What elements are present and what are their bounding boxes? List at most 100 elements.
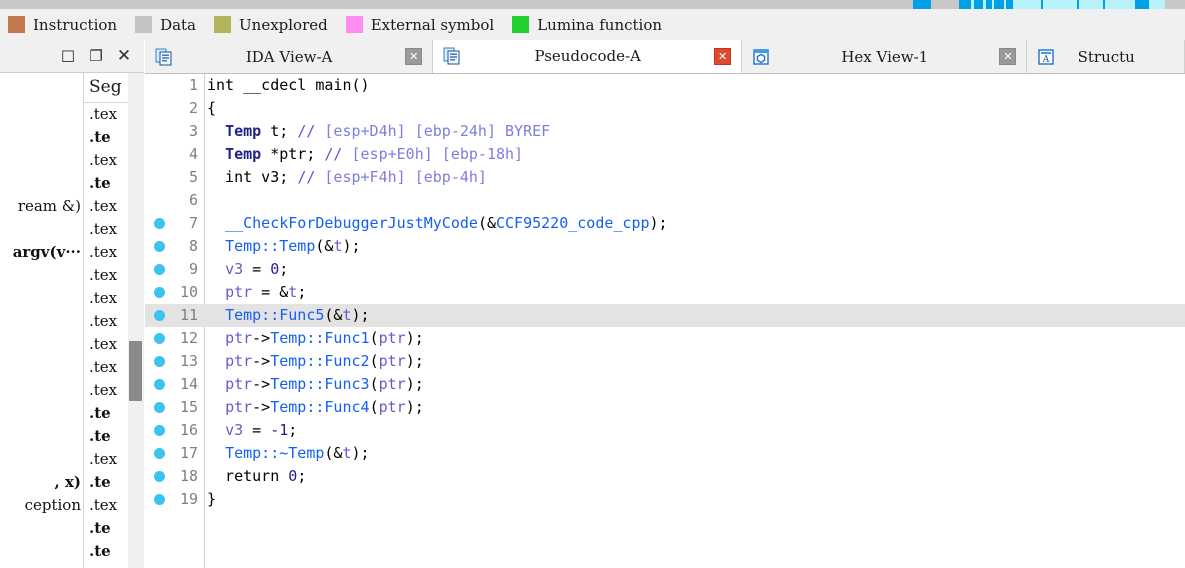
code-text[interactable]: {	[207, 97, 216, 120]
code-token[interactable]: Temp::Func2	[270, 352, 369, 370]
code-token[interactable]	[207, 421, 225, 439]
code-token[interactable]	[207, 444, 225, 462]
function-segment-cell[interactable]: .tex	[84, 103, 128, 126]
navigator-segment[interactable]	[1006, 0, 1013, 9]
code-text[interactable]: ptr->Temp::Func4(ptr);	[207, 396, 424, 419]
code-line[interactable]: 1 int __cdecl main()	[145, 74, 1185, 97]
code-token[interactable]: (&	[324, 444, 342, 462]
function-segment-cell[interactable]: .tex	[84, 494, 128, 517]
maximize-button[interactable]: ☐	[54, 43, 82, 69]
code-token[interactable]: //	[297, 168, 324, 186]
close-icon[interactable]: ✕	[405, 48, 423, 65]
code-line[interactable]: 19}	[145, 488, 1185, 511]
code-token[interactable]: ptr	[379, 398, 406, 416]
code-token[interactable]: ptr	[225, 398, 252, 416]
navigator-segment[interactable]	[974, 0, 983, 9]
code-token[interactable]: );	[650, 214, 668, 232]
code-text[interactable]: int __cdecl main()	[207, 74, 370, 97]
code-token[interactable]: t	[342, 306, 351, 324]
function-name-cell[interactable]: argv(v···	[0, 241, 83, 264]
function-name-cell[interactable]	[0, 333, 83, 356]
function-segment-cell[interactable]: .tex	[84, 563, 128, 568]
navigator-segment[interactable]	[1149, 0, 1165, 9]
code-token[interactable]	[207, 329, 225, 347]
code-token[interactable]: v3	[225, 260, 243, 278]
code-line[interactable]: 9 v3 = 0;	[145, 258, 1185, 281]
code-token[interactable]: 0	[288, 467, 297, 485]
navigator-segment[interactable]	[1165, 0, 1185, 9]
function-segment-cell[interactable]: .tex	[84, 448, 128, 471]
code-token[interactable]: =	[243, 260, 270, 278]
code-token[interactable]: Temp	[225, 122, 261, 140]
code-token[interactable]: );	[406, 352, 424, 370]
code-token[interactable]: );	[342, 237, 360, 255]
code-token[interactable]	[207, 145, 225, 163]
function-segment-cell[interactable]: .te	[84, 402, 128, 425]
code-token[interactable]: Temp::Func4	[270, 398, 369, 416]
code-line[interactable]: 2{	[145, 97, 1185, 120]
code-token[interactable]: );	[352, 306, 370, 324]
code-token[interactable]: ;	[297, 467, 306, 485]
function-segment-cell[interactable]: .te	[84, 172, 128, 195]
code-token[interactable]: [esp+F4h] [ebp-4h]	[324, 168, 487, 186]
code-token[interactable]: (	[370, 398, 379, 416]
navigator-segment[interactable]	[1043, 0, 1077, 9]
code-token[interactable]: (	[370, 352, 379, 370]
code-token[interactable]: int	[207, 76, 243, 94]
code-line[interactable]: 12 ptr->Temp::Func1(ptr);	[145, 327, 1185, 350]
navigator-segment[interactable]	[994, 0, 1004, 9]
navigator-segment[interactable]	[1105, 0, 1135, 9]
function-segment-cell[interactable]: .tex	[84, 356, 128, 379]
functions-scrollbar-track[interactable]	[128, 73, 144, 568]
code-token[interactable]: [esp+E0h] [ebp-18h]	[352, 145, 524, 163]
code-token[interactable]: =	[243, 421, 270, 439]
code-text[interactable]: return 0;	[207, 465, 306, 488]
code-token[interactable]: //	[297, 122, 324, 140]
tab-strip[interactable]: IDA View-A ✕ Pseudocode-A ✕ Hex View-1 ✕ A Stru…	[145, 40, 1185, 74]
code-text[interactable]: v3 = -1;	[207, 419, 297, 442]
code-token[interactable]: = &	[252, 283, 288, 301]
code-token[interactable]: ->	[252, 375, 270, 393]
function-segment-cell[interactable]: .tex	[84, 310, 128, 333]
code-token[interactable]: (&	[478, 214, 496, 232]
navigator-segment[interactable]	[959, 0, 971, 9]
functions-pane-body[interactable]: ream &) argv(v··· , x) ception Seg .tex .t…	[0, 73, 144, 568]
function-name-cell[interactable]: ream &)	[0, 195, 83, 218]
restore-button[interactable]: ❐	[82, 43, 110, 69]
tab-ida-view-a[interactable]: IDA View-A ✕	[145, 40, 434, 73]
code-text[interactable]: Temp t; // [esp+D4h] [ebp-24h] BYREF	[207, 120, 550, 143]
code-token[interactable]: ptr	[379, 352, 406, 370]
code-text[interactable]: ptr->Temp::Func3(ptr);	[207, 373, 424, 396]
code-token[interactable]: (&	[315, 237, 333, 255]
tab-hex-view-1[interactable]: Hex View-1 ✕	[742, 40, 1028, 73]
code-line[interactable]: 6	[145, 189, 1185, 212]
code-token[interactable]: v3	[225, 421, 243, 439]
function-name-cell[interactable]: , x)	[0, 471, 83, 494]
code-line[interactable]: 5 int v3; // [esp+F4h] [ebp-4h]	[145, 166, 1185, 189]
code-text[interactable]: __CheckForDebuggerJustMyCode(&CCF95220_c…	[207, 212, 668, 235]
code-token[interactable]: Temp::Temp	[225, 237, 315, 255]
functions-name-column[interactable]: ream &) argv(v··· , x) ception	[0, 73, 83, 568]
code-token[interactable]: Temp::~Temp	[225, 444, 324, 462]
navigator-segment[interactable]	[913, 0, 931, 9]
code-text[interactable]: Temp::~Temp(&t);	[207, 442, 370, 465]
function-name-cell[interactable]	[0, 264, 83, 287]
code-token[interactable]: -1	[270, 421, 288, 439]
code-token[interactable]: Temp::Func3	[270, 375, 369, 393]
function-segment-cell[interactable]: .te	[84, 471, 128, 494]
function-segment-cell[interactable]: .tex	[84, 264, 128, 287]
code-line[interactable]: 4 Temp *ptr; // [esp+E0h] [ebp-18h]	[145, 143, 1185, 166]
code-token[interactable]: );	[406, 398, 424, 416]
code-token[interactable]	[207, 306, 225, 324]
function-segment-cell[interactable]: .tex	[84, 287, 128, 310]
code-token[interactable]: *ptr;	[261, 145, 324, 163]
code-line[interactable]: 3 Temp t; // [esp+D4h] [ebp-24h] BYREF	[145, 120, 1185, 143]
code-token[interactable]: ->	[252, 352, 270, 370]
code-lines[interactable]: 1 int __cdecl main() 2{3 Temp t; // [esp+D…	[145, 74, 1185, 511]
close-button[interactable]: ✕	[110, 43, 138, 69]
code-token[interactable]: t	[342, 444, 351, 462]
code-token[interactable]	[207, 352, 225, 370]
code-token[interactable]: __CheckForDebuggerJustMyCode	[225, 214, 478, 232]
code-token[interactable]	[207, 283, 225, 301]
function-segment-cell[interactable]: .tex	[84, 333, 128, 356]
